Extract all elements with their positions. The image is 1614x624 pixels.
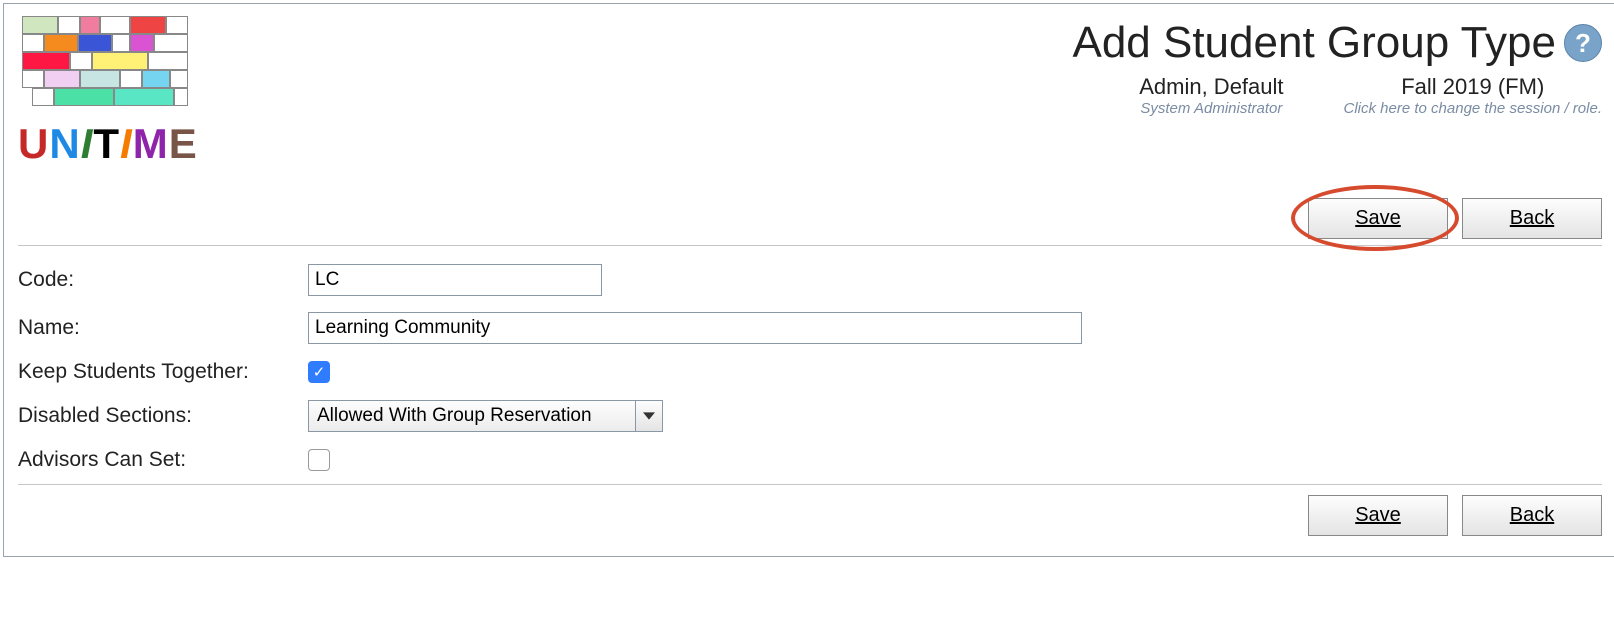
session-block[interactable]: Fall 2019 (FM) Click here to change the … bbox=[1344, 74, 1602, 117]
back-label-bottom: Back bbox=[1510, 504, 1554, 526]
page-title-text: Add Student Group Type bbox=[1072, 18, 1556, 68]
row-disabled-sections: Disabled Sections: Allowed With Group Re… bbox=[18, 392, 1602, 440]
row-code: Code: bbox=[18, 256, 1602, 304]
label-keep-together: Keep Students Together: bbox=[18, 360, 308, 384]
top-button-row: Save Back bbox=[18, 198, 1602, 239]
row-keep-together: Keep Students Together: ✓ bbox=[18, 352, 1602, 392]
save-button-bottom[interactable]: Save bbox=[1308, 495, 1448, 536]
form: Code: Name: Keep Students Together: ✓ Di… bbox=[18, 256, 1602, 480]
logo-graphic bbox=[18, 14, 188, 114]
back-label: Back bbox=[1510, 207, 1554, 229]
save-button[interactable]: Save bbox=[1308, 198, 1448, 239]
header-meta: Admin, Default System Administrator Fall… bbox=[1139, 74, 1602, 117]
back-button-bottom[interactable]: Back bbox=[1462, 495, 1602, 536]
logo: UNITIME bbox=[18, 14, 218, 168]
row-name: Name: bbox=[18, 304, 1602, 352]
label-code: Code: bbox=[18, 268, 308, 292]
page-title: Add Student Group Type ? bbox=[1072, 18, 1602, 68]
row-advisors-can-set: Advisors Can Set: bbox=[18, 440, 1602, 480]
disabled-sections-value: Allowed With Group Reservation bbox=[309, 401, 636, 431]
session-hint: Click here to change the session / role. bbox=[1344, 100, 1602, 117]
label-name: Name: bbox=[18, 316, 308, 340]
chevron-down-icon[interactable] bbox=[636, 401, 662, 431]
logo-wordmark: UNITIME bbox=[18, 120, 218, 168]
save-label: Save bbox=[1355, 207, 1401, 229]
help-icon[interactable]: ? bbox=[1564, 24, 1602, 62]
divider-bottom bbox=[18, 484, 1602, 485]
divider-top bbox=[18, 245, 1602, 246]
user-role: System Administrator bbox=[1139, 100, 1283, 117]
user-block[interactable]: Admin, Default System Administrator bbox=[1139, 74, 1283, 117]
session-name: Fall 2019 (FM) bbox=[1344, 74, 1602, 100]
keep-together-checkbox[interactable]: ✓ bbox=[308, 361, 330, 383]
save-label-bottom: Save bbox=[1355, 504, 1401, 526]
user-name: Admin, Default bbox=[1139, 74, 1283, 100]
disabled-sections-select[interactable]: Allowed With Group Reservation bbox=[308, 400, 663, 432]
header-right: Add Student Group Type ? Admin, Default … bbox=[1072, 18, 1602, 117]
label-disabled-sections: Disabled Sections: bbox=[18, 404, 308, 428]
code-input[interactable] bbox=[308, 264, 602, 296]
label-advisors-can-set: Advisors Can Set: bbox=[18, 448, 308, 472]
header: UNITIME Add Student Group Type ? Admin, … bbox=[18, 14, 1602, 168]
back-button[interactable]: Back bbox=[1462, 198, 1602, 239]
bottom-button-row: Save Back bbox=[18, 495, 1602, 536]
app-window: UNITIME Add Student Group Type ? Admin, … bbox=[3, 3, 1614, 557]
advisors-can-set-checkbox[interactable] bbox=[308, 449, 330, 471]
name-input[interactable] bbox=[308, 312, 1082, 344]
